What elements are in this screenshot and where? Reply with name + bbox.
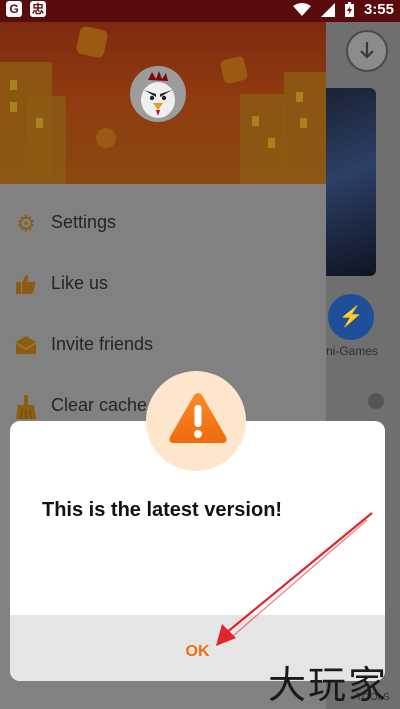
thumbs-up-icon bbox=[14, 273, 38, 297]
info-icon[interactable] bbox=[368, 393, 384, 409]
annotation-arrow bbox=[216, 512, 373, 646]
drawer-header bbox=[0, 22, 326, 184]
download-icon[interactable] bbox=[346, 30, 388, 72]
wifi-icon bbox=[292, 2, 311, 16]
menu-item-label: Like us bbox=[51, 273, 109, 293]
signal-icon bbox=[320, 2, 335, 17]
menu-item-label: Settings bbox=[51, 212, 117, 232]
battery-icon bbox=[344, 2, 354, 17]
menu-item-label: Clear cache bbox=[51, 395, 148, 415]
game-banner[interactable] bbox=[326, 88, 376, 276]
gamepad-icon[interactable]: ⚡ bbox=[328, 294, 374, 340]
warning-icon bbox=[169, 393, 227, 443]
gamepad-badge-icon bbox=[75, 25, 109, 59]
avatar[interactable] bbox=[130, 66, 186, 122]
clock: 3:55 bbox=[363, 1, 394, 18]
gear-icon: ⚙ bbox=[16, 211, 36, 236]
horse-badge-icon bbox=[219, 55, 249, 85]
status-bar: G 忠 3:55 bbox=[0, 0, 400, 22]
notification-icon: G bbox=[6, 1, 22, 17]
broom-icon bbox=[14, 395, 38, 420]
menu-item-invite-friends[interactable]: Invite friends bbox=[0, 324, 326, 368]
watermark-logo: 大玩家 bbox=[268, 665, 389, 707]
menu-item-like-us[interactable]: Like us bbox=[0, 263, 326, 307]
menu-item-settings[interactable]: ⚙ Settings bbox=[0, 202, 326, 246]
mini-games-label: ni-Games bbox=[326, 344, 379, 358]
app-icon: 忠 bbox=[30, 1, 46, 17]
coin-badge-icon bbox=[96, 128, 116, 148]
menu-item-label: Invite friends bbox=[51, 334, 154, 354]
envelope-icon bbox=[14, 334, 38, 358]
